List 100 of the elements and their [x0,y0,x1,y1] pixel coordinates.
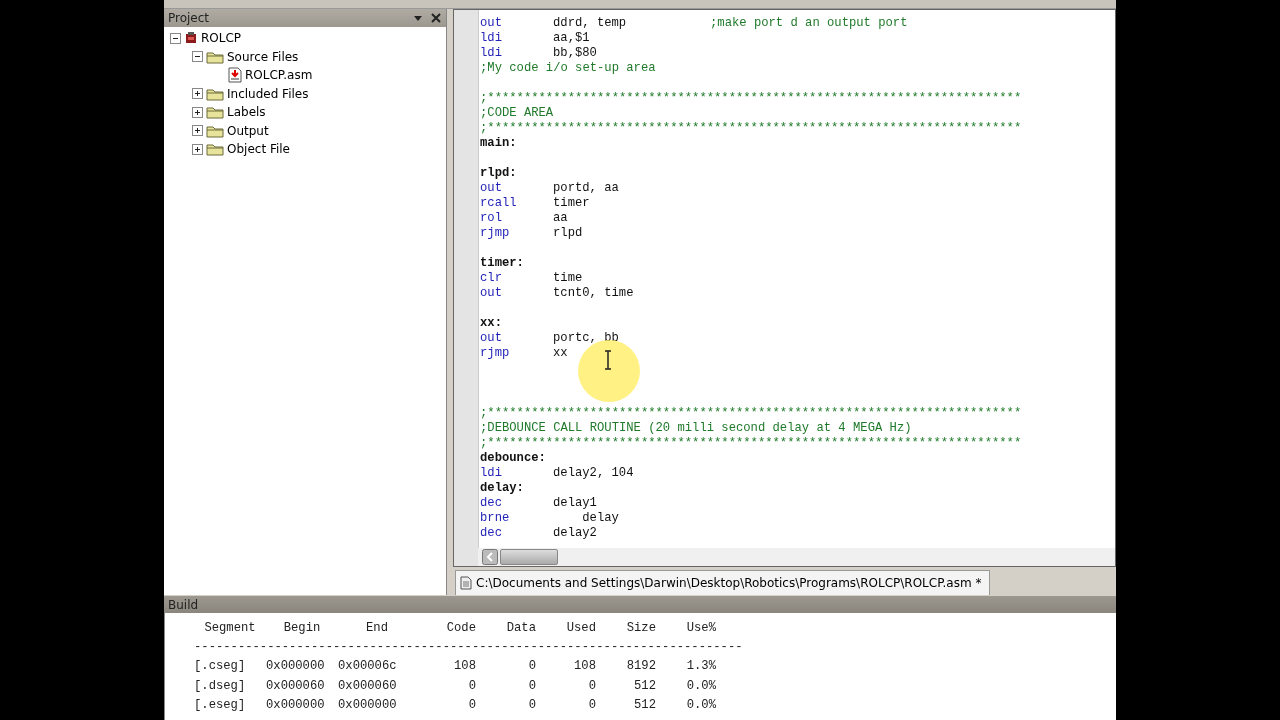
expand-icon[interactable] [192,125,203,137]
tree-item[interactable]: ROLCP [201,31,242,46]
code-comment: ;************************************************************************* [480,91,1022,106]
code-operand: delay2 [553,526,597,541]
column-header: Begin [282,620,322,635]
code-instruction: out [480,181,503,196]
expand-icon[interactable] [192,143,203,155]
table-cell-text: 0.0% [685,698,716,713]
column-header: Size [625,620,656,635]
code-operand: delay1 [553,496,597,511]
chip-icon [184,31,198,46]
code-comment: ;DEBOUNCE CALL ROUTINE (20 milli second delay at 4 MEGA Hz) [480,421,912,436]
folder-icon [206,49,224,64]
table-cell-text: [.dseg] [194,678,247,693]
code-instruction: rjmp [480,346,511,361]
collapse-icon[interactable] [170,32,181,44]
code-operand: portc, bb [553,331,619,346]
table-cell-text: 0x000060 [266,678,326,693]
table-cell-text: 0 [467,698,476,713]
code-instruction: ldi [480,46,503,61]
collapse-icon[interactable] [192,51,203,63]
code-instruction: ldi [480,466,503,481]
column-header: End [365,620,389,635]
code-operand: timer [553,196,590,211]
code-instruction: dec [480,496,503,511]
table-cell-text: 512 [633,698,656,713]
table-cell-text: 0 [587,698,596,713]
table-cell-text: 108 [573,659,596,674]
column-header: Segment [203,620,257,635]
table-cell-text: 108 [453,659,476,674]
code-instruction: out [480,16,503,31]
scroll-left-icon[interactable] [482,549,498,565]
table-cell-text: 0.0% [685,678,716,693]
table-cell-text: [.eseg] [194,698,247,713]
code-comment: ;************************************************************************* [480,121,1022,136]
file-tab[interactable]: C:\Documents and Settings\Darwin\Desktop\Robotics\Programs\ROLCP\ROLCP.asm * [455,570,991,595]
code-operand: rlpd [553,226,583,241]
tree-item[interactable]: Included Files [227,86,309,101]
code-instruction: brne [480,511,511,526]
table-cell-text: 0 [527,698,536,713]
folder-icon [206,105,224,120]
table-cell-text: 0 [467,678,476,693]
table-cell-text: 0x000000 [338,698,398,713]
code-label: delay: [480,481,524,496]
code-comment: ;************************************************************************* [480,406,1022,421]
code-comment: ;make port d an output port [710,16,908,31]
dropdown-icon[interactable] [412,13,424,23]
code-operand: delay [581,511,619,526]
code-comment: ;CODE AREA [480,106,554,121]
close-icon[interactable] [430,12,442,24]
table-cell-text: 0x000000 [266,698,326,713]
code-operand: aa,$1 [553,31,590,46]
code-operand: delay2, 104 [553,466,634,481]
tree-item[interactable]: Object File [227,142,290,157]
text-cursor-icon [603,350,613,370]
code-operand: portd, aa [553,181,619,196]
table-cell-text: 0x000060 [338,678,398,693]
code-operand: time [553,271,583,286]
code-operand: bb,$80 [553,46,597,61]
folder-icon [206,86,224,101]
code-operand: xx [553,346,568,361]
column-header: Used [565,620,596,635]
column-header: Code [445,620,476,635]
table-cell-text: 0 [527,659,536,674]
code-label: debounce: [480,451,546,466]
code-comment: ;************************************************************************* [480,436,1022,451]
scroll-thumb[interactable] [500,549,558,565]
table-cell-text: 1.3% [685,659,716,674]
panel-title: Project [168,11,211,25]
folder-icon [206,142,224,157]
code-operand: ddrd, temp [553,16,628,31]
table-cell-text: 512 [633,678,656,693]
table-cell-text: 8192 [625,659,656,674]
tree-item[interactable]: Labels [227,105,266,120]
tree-item[interactable]: Output [227,123,269,138]
horizontal-scrollbar[interactable] [478,548,1115,566]
code-instruction: out [480,331,503,346]
code-label: xx: [480,316,502,331]
tree-item[interactable]: ROLCP.asm [245,68,313,83]
column-header: Data [505,620,536,635]
document-icon [460,576,472,590]
code-label: main: [480,136,517,151]
expand-icon[interactable] [192,88,203,100]
code-comment: ;My code i/o set-up area [480,61,656,76]
separator-line: --------------------------------------------------------------------------- [194,640,743,654]
folder-icon [206,123,224,138]
table-cell-text: 0 [527,678,536,693]
code-instruction: rcall [480,196,518,211]
code-label: timer: [480,256,524,271]
code-instruction: out [480,286,503,301]
file-icon [228,67,242,84]
code-instruction: clr [480,271,503,286]
code-instruction: rjmp [480,226,511,241]
tree-item[interactable]: Source Files [227,49,299,64]
expand-icon[interactable] [192,106,203,118]
code-operand: aa [553,211,568,226]
table-cell-text: 0 [587,678,596,693]
code-operand: tcnt0, time [553,286,634,301]
code-instruction: dec [480,526,503,541]
table-cell-text: [.cseg] [194,659,247,674]
